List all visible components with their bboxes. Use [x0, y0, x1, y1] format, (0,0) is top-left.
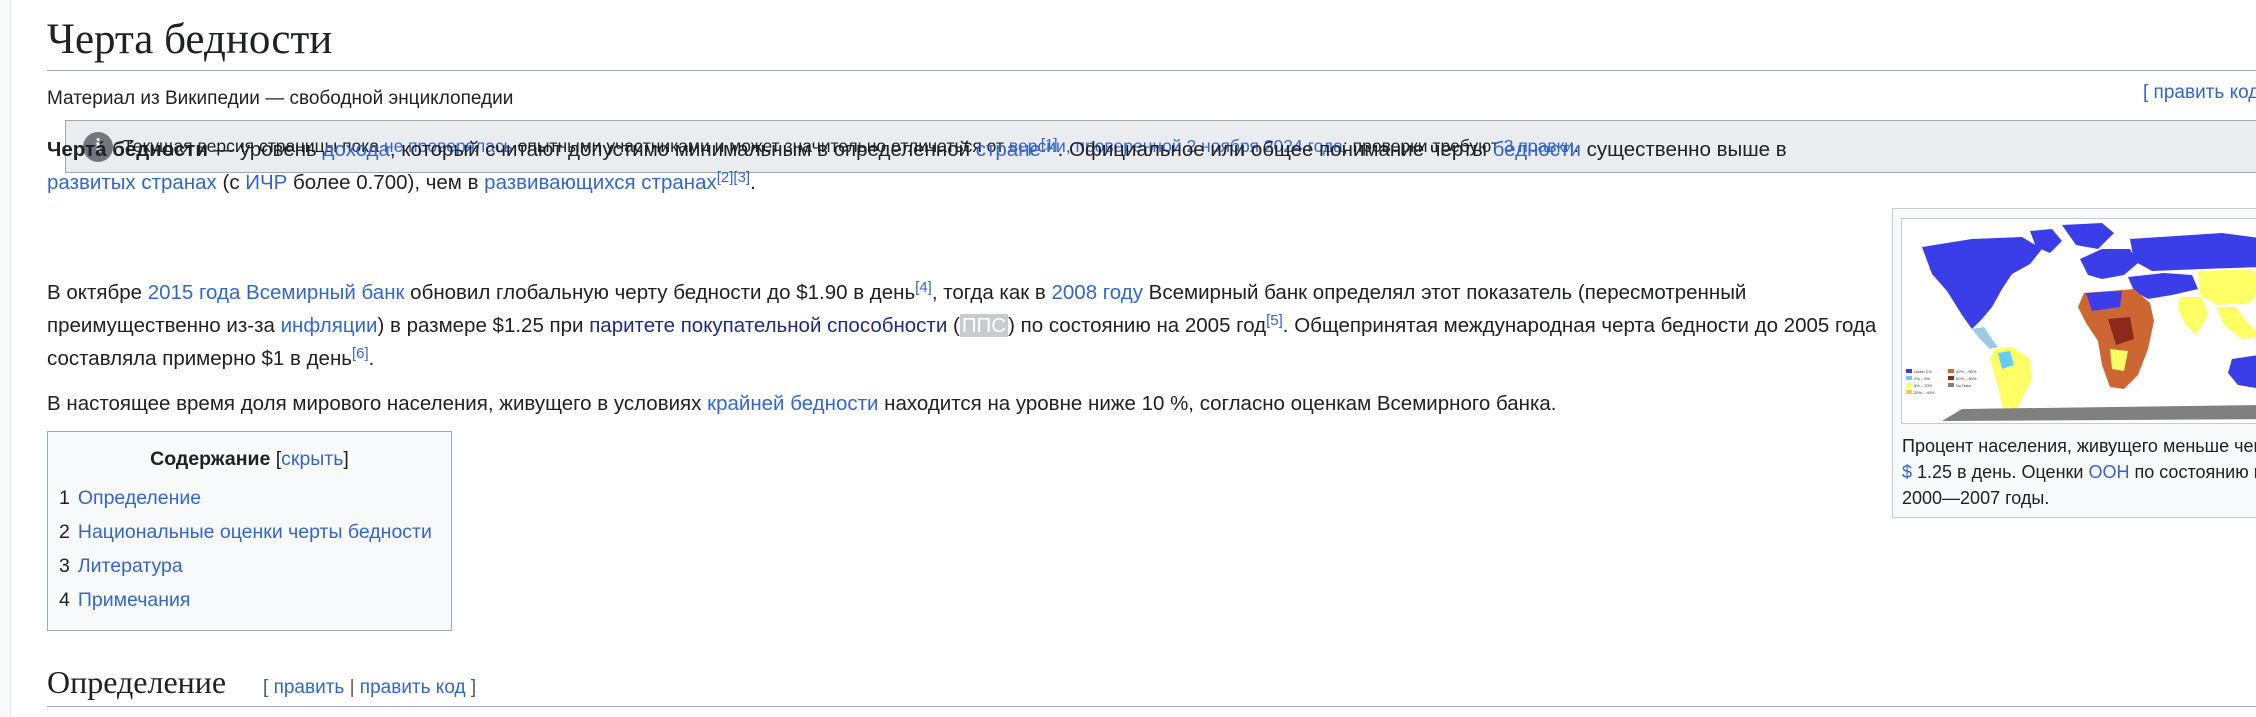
- link-poverty[interactable]: бедности: [1493, 138, 1581, 161]
- link-un[interactable]: ООН: [2088, 462, 2129, 482]
- link-hdi[interactable]: ИЧР: [245, 171, 287, 194]
- page: Черта бедности Материал из Википедии — с…: [10, 0, 2256, 717]
- figure-thumbnail: Under 2% 2% – 5% 5% – 20% 20% – 40% 40% …: [1892, 208, 2256, 518]
- ref-2[interactable]: [2]: [717, 169, 734, 186]
- p3-text-1: В настоящее время доля мирового населени…: [47, 392, 708, 415]
- ref-4[interactable]: [4]: [915, 279, 932, 296]
- toc-link-notes[interactable]: Примечания: [78, 589, 191, 611]
- p2-text-9: .: [368, 347, 375, 370]
- p2-text-6: (: [947, 314, 960, 337]
- table-of-contents: Содержание [скрыть] 1 Определение 2 Национ…: [47, 431, 452, 631]
- toc-bracket-open: [: [270, 448, 282, 470]
- p1-text-7: .: [750, 171, 756, 194]
- p2-text-5: ) в размере $1.25 при: [377, 314, 590, 337]
- link-ppp[interactable]: паритете покупательной способности: [589, 314, 947, 337]
- link-2015[interactable]: 2015 года: [148, 281, 241, 304]
- link-dollar[interactable]: $: [1902, 462, 1912, 482]
- section-divider: [47, 706, 2256, 707]
- link-country[interactable]: стране: [976, 138, 1041, 161]
- p3-text-2: находится на уровне ниже 10 %, согласно …: [878, 392, 1557, 415]
- paragraph-history: В октябре 2015 года Всемирный банк обнов…: [47, 276, 1887, 375]
- section-bracket-close: ]: [465, 677, 477, 698]
- world-map-graphic: Under 2% 2% – 5% 5% – 20% 20% – 40% 40% …: [1906, 223, 2256, 421]
- ref-6[interactable]: [6]: [352, 345, 369, 362]
- legend-label: 20% – 40%: [1914, 390, 1935, 395]
- poverty-world-map[interactable]: Under 2% 2% – 5% 5% – 20% 20% – 40% 40% …: [1901, 218, 2256, 424]
- legend-label: 5% – 20%: [1914, 383, 1933, 388]
- section-heading-definition: Определение: [47, 664, 227, 700]
- ref-3[interactable]: [3]: [733, 169, 750, 186]
- page-title: Черта бедности: [47, 16, 333, 63]
- legend-label: No Data: [1956, 383, 1971, 388]
- toc-number: 3: [59, 555, 70, 577]
- ref-5[interactable]: [5]: [1266, 312, 1283, 329]
- edit-source-link[interactable]: [ править код: [2143, 82, 2256, 104]
- legend-label: Under 2%: [1914, 369, 1932, 374]
- toc-link-definition[interactable]: Определение: [78, 487, 201, 509]
- section-edit-links: [ править | править код ]: [263, 677, 476, 699]
- caption-text-2: 1.25 в день. Оценки: [1912, 462, 2089, 482]
- p1-text-2: , который считают допустимо минимальным …: [389, 138, 976, 161]
- paragraph-current: В настоящее время доля мирового населени…: [47, 387, 1887, 420]
- toc-item[interactable]: 2 Национальные оценки черты бедности: [59, 515, 451, 549]
- p2-text-7: ) по состоянию на 2005 год: [1008, 314, 1267, 337]
- toc-number: 2: [59, 521, 70, 543]
- toc-hide-link[interactable]: скрыть: [281, 448, 343, 470]
- toc-title: Содержание: [150, 448, 271, 470]
- p2-text-1: В октябре: [47, 281, 148, 304]
- legend-label: 2% – 5%: [1914, 376, 1930, 381]
- link-income[interactable]: дохода: [322, 138, 389, 161]
- toc-item[interactable]: 3 Литература: [59, 549, 451, 583]
- p2-text-2: обновил глобальную черту бедности до $1.…: [404, 281, 916, 304]
- toc-header: Содержание [скрыть]: [48, 448, 451, 471]
- p1-text-6: более 0.700), чем в: [287, 171, 485, 194]
- section-bracket-open: [: [263, 677, 274, 698]
- caption-text-1: Процент населения, живущего меньше чем н…: [1902, 436, 2256, 456]
- link-extreme-poverty[interactable]: крайней бедности: [707, 392, 878, 415]
- p2-text-3: , тогда как в: [931, 281, 1052, 304]
- p1-text-4: существенно выше в: [1580, 138, 1787, 161]
- toc-list: 1 Определение 2 Национальные оценки черты …: [59, 481, 451, 617]
- section-edit-source-link[interactable]: править код: [360, 677, 466, 698]
- ref-1[interactable]: [1]: [1041, 136, 1058, 153]
- p1-text-1: — уровень: [207, 138, 323, 161]
- p1-text-3: . Официальное или общее понимание черты: [1057, 138, 1493, 161]
- toc-link-national-estimates[interactable]: Национальные оценки черты бедности: [78, 521, 432, 543]
- section-separator: |: [344, 677, 360, 698]
- link-world-bank[interactable]: Всемирный банк: [246, 281, 404, 304]
- toc-item[interactable]: 4 Примечания: [59, 583, 451, 617]
- toc-link-literature[interactable]: Литература: [78, 555, 183, 577]
- legend-label: 60% – 80%: [1956, 376, 1977, 381]
- toc-number: 4: [59, 589, 70, 611]
- section-edit-link[interactable]: править: [274, 677, 345, 698]
- p1-text-5: (с: [216, 171, 246, 194]
- toc-item[interactable]: 1 Определение: [59, 481, 451, 515]
- term-bold: Черта́ бе́дности: [47, 138, 208, 161]
- toc-bracket-close: ]: [343, 448, 349, 470]
- title-divider: [47, 70, 2256, 71]
- toc-number: 1: [59, 487, 70, 509]
- legend-label: 40% – 60%: [1956, 369, 1977, 374]
- abbr-ppp: ППС: [959, 314, 1009, 337]
- site-tagline: Материал из Википедии — свободной энцикл…: [47, 88, 514, 109]
- link-2008[interactable]: 2008 году: [1051, 281, 1143, 304]
- link-developed-countries[interactable]: развитых странах: [47, 171, 217, 194]
- paragraph-intro: Черта́ бе́дности — уровень дохода, котор…: [47, 133, 1887, 199]
- link-inflation[interactable]: инфляции: [281, 314, 378, 337]
- link-developing-countries[interactable]: развивающихся странах: [484, 171, 717, 194]
- figure-caption: Процент населения, живущего меньше чем н…: [1902, 433, 2256, 511]
